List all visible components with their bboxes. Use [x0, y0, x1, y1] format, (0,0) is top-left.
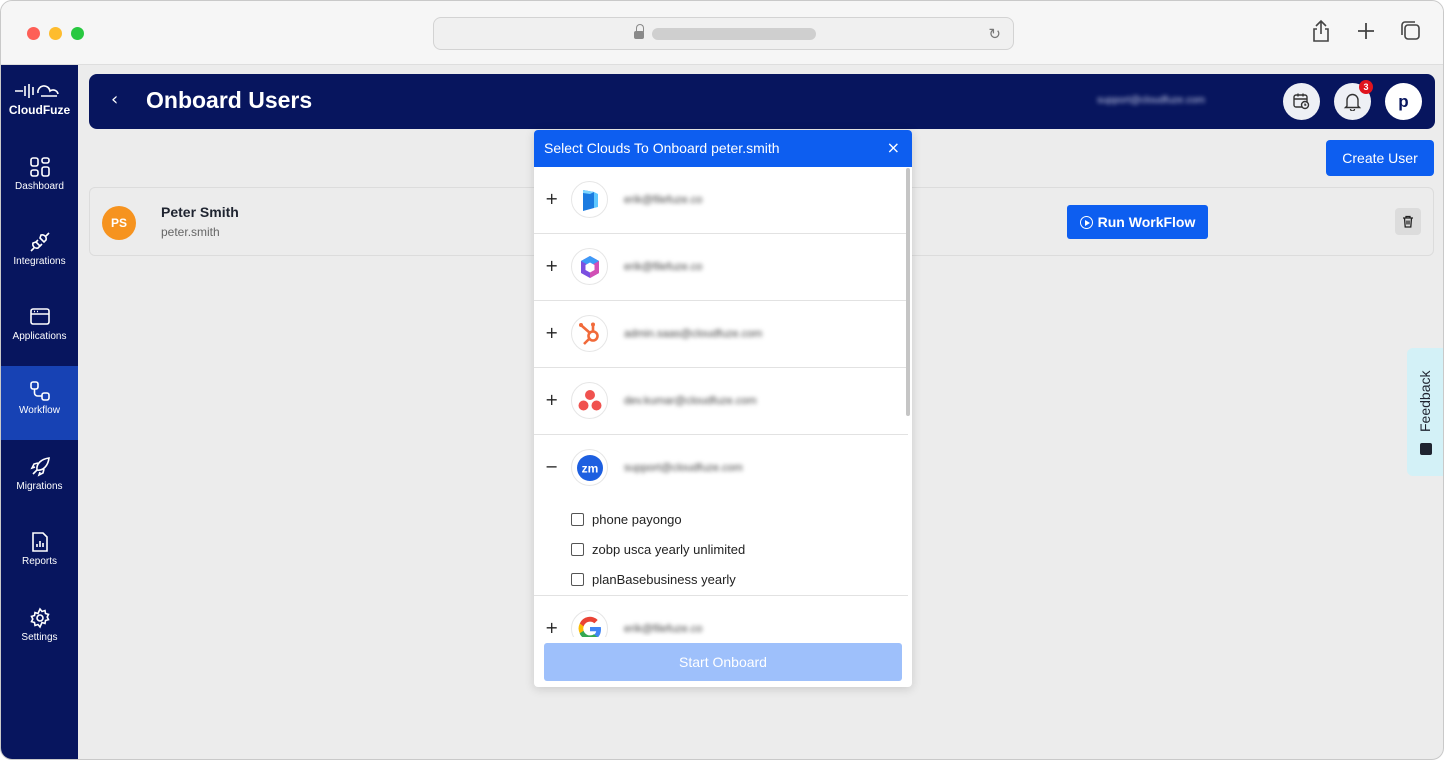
sidebar-item-label: Applications	[12, 331, 67, 342]
notification-badge: 3	[1359, 80, 1373, 94]
close-window-button[interactable]	[27, 27, 40, 40]
hubspot-icon	[571, 315, 608, 352]
expand-toggle[interactable]: +	[545, 256, 558, 275]
run-workflow-label: Run WorkFlow	[1097, 214, 1196, 230]
sidebar-item-label: Reports	[21, 556, 57, 567]
cloud-row-microsoft-365[interactable]: + erik@filefuze.co	[534, 234, 908, 301]
calendar-button[interactable]	[1283, 83, 1320, 120]
page-header: ‹ Onboard Users support@cloudfuze.com 3 …	[89, 74, 1435, 129]
cloud-email: admin.saas@cloudfuze.com	[624, 328, 763, 340]
browser-toolbar: ↻	[1, 1, 1443, 65]
window-icon	[29, 308, 50, 325]
cloud-email: erik@filefuze.co	[624, 194, 703, 206]
plan-option[interactable]: zobp usca yearly unlimited	[571, 542, 745, 557]
sidebar-item-workflow[interactable]: Workflow	[1, 366, 78, 440]
modal-scrollbar[interactable]	[906, 168, 910, 416]
cloudfuze-logo-icon	[15, 84, 59, 98]
sidebar-item-label: Migrations	[16, 481, 63, 492]
cloud-list: + erik@filefuze.co + erik@filefuze.co + …	[534, 167, 908, 637]
expand-toggle[interactable]: +	[545, 323, 558, 342]
bell-icon	[1343, 93, 1362, 111]
browser-window: ↻ CloudFuze Dashboard Integrations Appli…	[0, 0, 1444, 760]
sidebar-item-applications[interactable]: Applications	[1, 292, 78, 366]
plan-option[interactable]: planBasebusiness yearly	[571, 572, 736, 587]
expand-toggle[interactable]: +	[545, 618, 558, 637]
cloud-email: support@cloudfuze.com	[624, 462, 743, 474]
sidebar: CloudFuze Dashboard Integrations Applica…	[1, 65, 78, 759]
workflow-icon	[29, 381, 50, 401]
reload-icon[interactable]: ↻	[988, 25, 1001, 43]
page-title: Onboard Users	[146, 87, 313, 113]
dashboard-icon	[29, 157, 50, 177]
google-icon	[571, 610, 608, 637]
report-icon	[31, 532, 48, 552]
modal-title: Select Clouds To Onboard peter.smith	[544, 140, 780, 156]
expand-toggle[interactable]: +	[545, 390, 558, 409]
plan-checkbox[interactable]	[571, 513, 584, 526]
azure-ad-icon	[571, 181, 608, 218]
share-icon[interactable]	[1311, 19, 1331, 49]
plan-checkbox[interactable]	[571, 543, 584, 556]
sidebar-item-reports[interactable]: Reports	[1, 517, 78, 591]
sidebar-item-label: Settings	[21, 632, 58, 643]
play-circle-icon	[1079, 216, 1093, 229]
sidebar-item-dashboard[interactable]: Dashboard	[1, 142, 78, 216]
svg-text:zm: zm	[582, 462, 599, 476]
plug-icon	[29, 232, 50, 252]
onboard-clouds-modal: Select Clouds To Onboard peter.smith × +…	[534, 130, 912, 687]
delete-user-button[interactable]	[1395, 208, 1421, 235]
sidebar-item-migrations[interactable]: Migrations	[1, 442, 78, 516]
profile-avatar[interactable]: p	[1385, 83, 1422, 120]
cloud-row-azure-ad[interactable]: + erik@filefuze.co	[534, 167, 908, 234]
user-name: Peter Smith	[161, 204, 239, 220]
sidebar-item-label: Workflow	[19, 405, 60, 416]
plan-label: phone payongo	[592, 512, 682, 527]
cloud-email: erik@filefuze.co	[624, 623, 703, 635]
plan-label: zobp usca yearly unlimited	[592, 542, 746, 557]
minimize-window-button[interactable]	[49, 27, 62, 40]
user-handle: peter.smith	[161, 225, 220, 239]
cloud-row-hubspot[interactable]: + admin.saas@cloudfuze.com	[534, 301, 908, 368]
logo-text: CloudFuze	[8, 103, 71, 117]
asana-icon	[571, 382, 608, 419]
cloud-email: erik@filefuze.co	[624, 261, 703, 273]
back-chevron-icon[interactable]: ‹	[111, 89, 118, 110]
address-bar[interactable]: ↻	[433, 17, 1014, 50]
feedback-tab[interactable]: Feedback	[1407, 348, 1443, 476]
sidebar-item-label: Dashboard	[15, 181, 64, 192]
sidebar-item-settings[interactable]: Settings	[1, 593, 78, 667]
plan-checkbox[interactable]	[571, 573, 584, 586]
tabs-icon[interactable]	[1399, 19, 1421, 49]
gear-icon	[29, 607, 50, 629]
cloudfuze-logo[interactable]: CloudFuze	[1, 81, 78, 117]
plan-label: planBasebusiness yearly	[592, 572, 736, 587]
cloud-row-zoom[interactable]: − zm support@cloudfuze.com phone payongo…	[534, 435, 908, 596]
create-user-button[interactable]: Create User	[1326, 140, 1434, 176]
calendar-clock-icon	[1293, 93, 1310, 110]
feedback-icon	[1420, 443, 1432, 455]
microsoft-365-icon	[571, 248, 608, 285]
expand-toggle[interactable]: +	[545, 189, 558, 208]
zoom-window-button[interactable]	[71, 27, 84, 40]
cloud-email: dev.kumar@cloudfuze.com	[624, 395, 757, 407]
collapse-toggle[interactable]: −	[545, 457, 558, 476]
plus-icon[interactable]	[1356, 19, 1376, 49]
trash-icon	[1403, 215, 1413, 228]
feedback-label: Feedback	[1417, 370, 1433, 432]
lock-icon	[634, 24, 644, 40]
cloud-row-asana[interactable]: + dev.kumar@cloudfuze.com	[534, 368, 908, 435]
modal-header: Select Clouds To Onboard peter.smith ×	[534, 130, 912, 167]
zoom-icon: zm	[571, 449, 608, 486]
cloud-row-google[interactable]: + erik@filefuze.co	[534, 596, 908, 637]
close-icon[interactable]: ×	[887, 138, 900, 157]
sidebar-item-integrations[interactable]: Integrations	[1, 217, 78, 291]
user-avatar: PS	[102, 206, 136, 240]
account-email: support@cloudfuze.com	[1097, 95, 1205, 106]
url-text	[652, 28, 816, 40]
plan-option[interactable]: phone payongo	[571, 512, 682, 527]
sidebar-item-label: Integrations	[13, 256, 66, 267]
rocket-icon	[29, 457, 50, 477]
run-workflow-button[interactable]: Run WorkFlow	[1067, 205, 1208, 239]
start-onboard-button[interactable]: Start Onboard	[544, 643, 902, 681]
